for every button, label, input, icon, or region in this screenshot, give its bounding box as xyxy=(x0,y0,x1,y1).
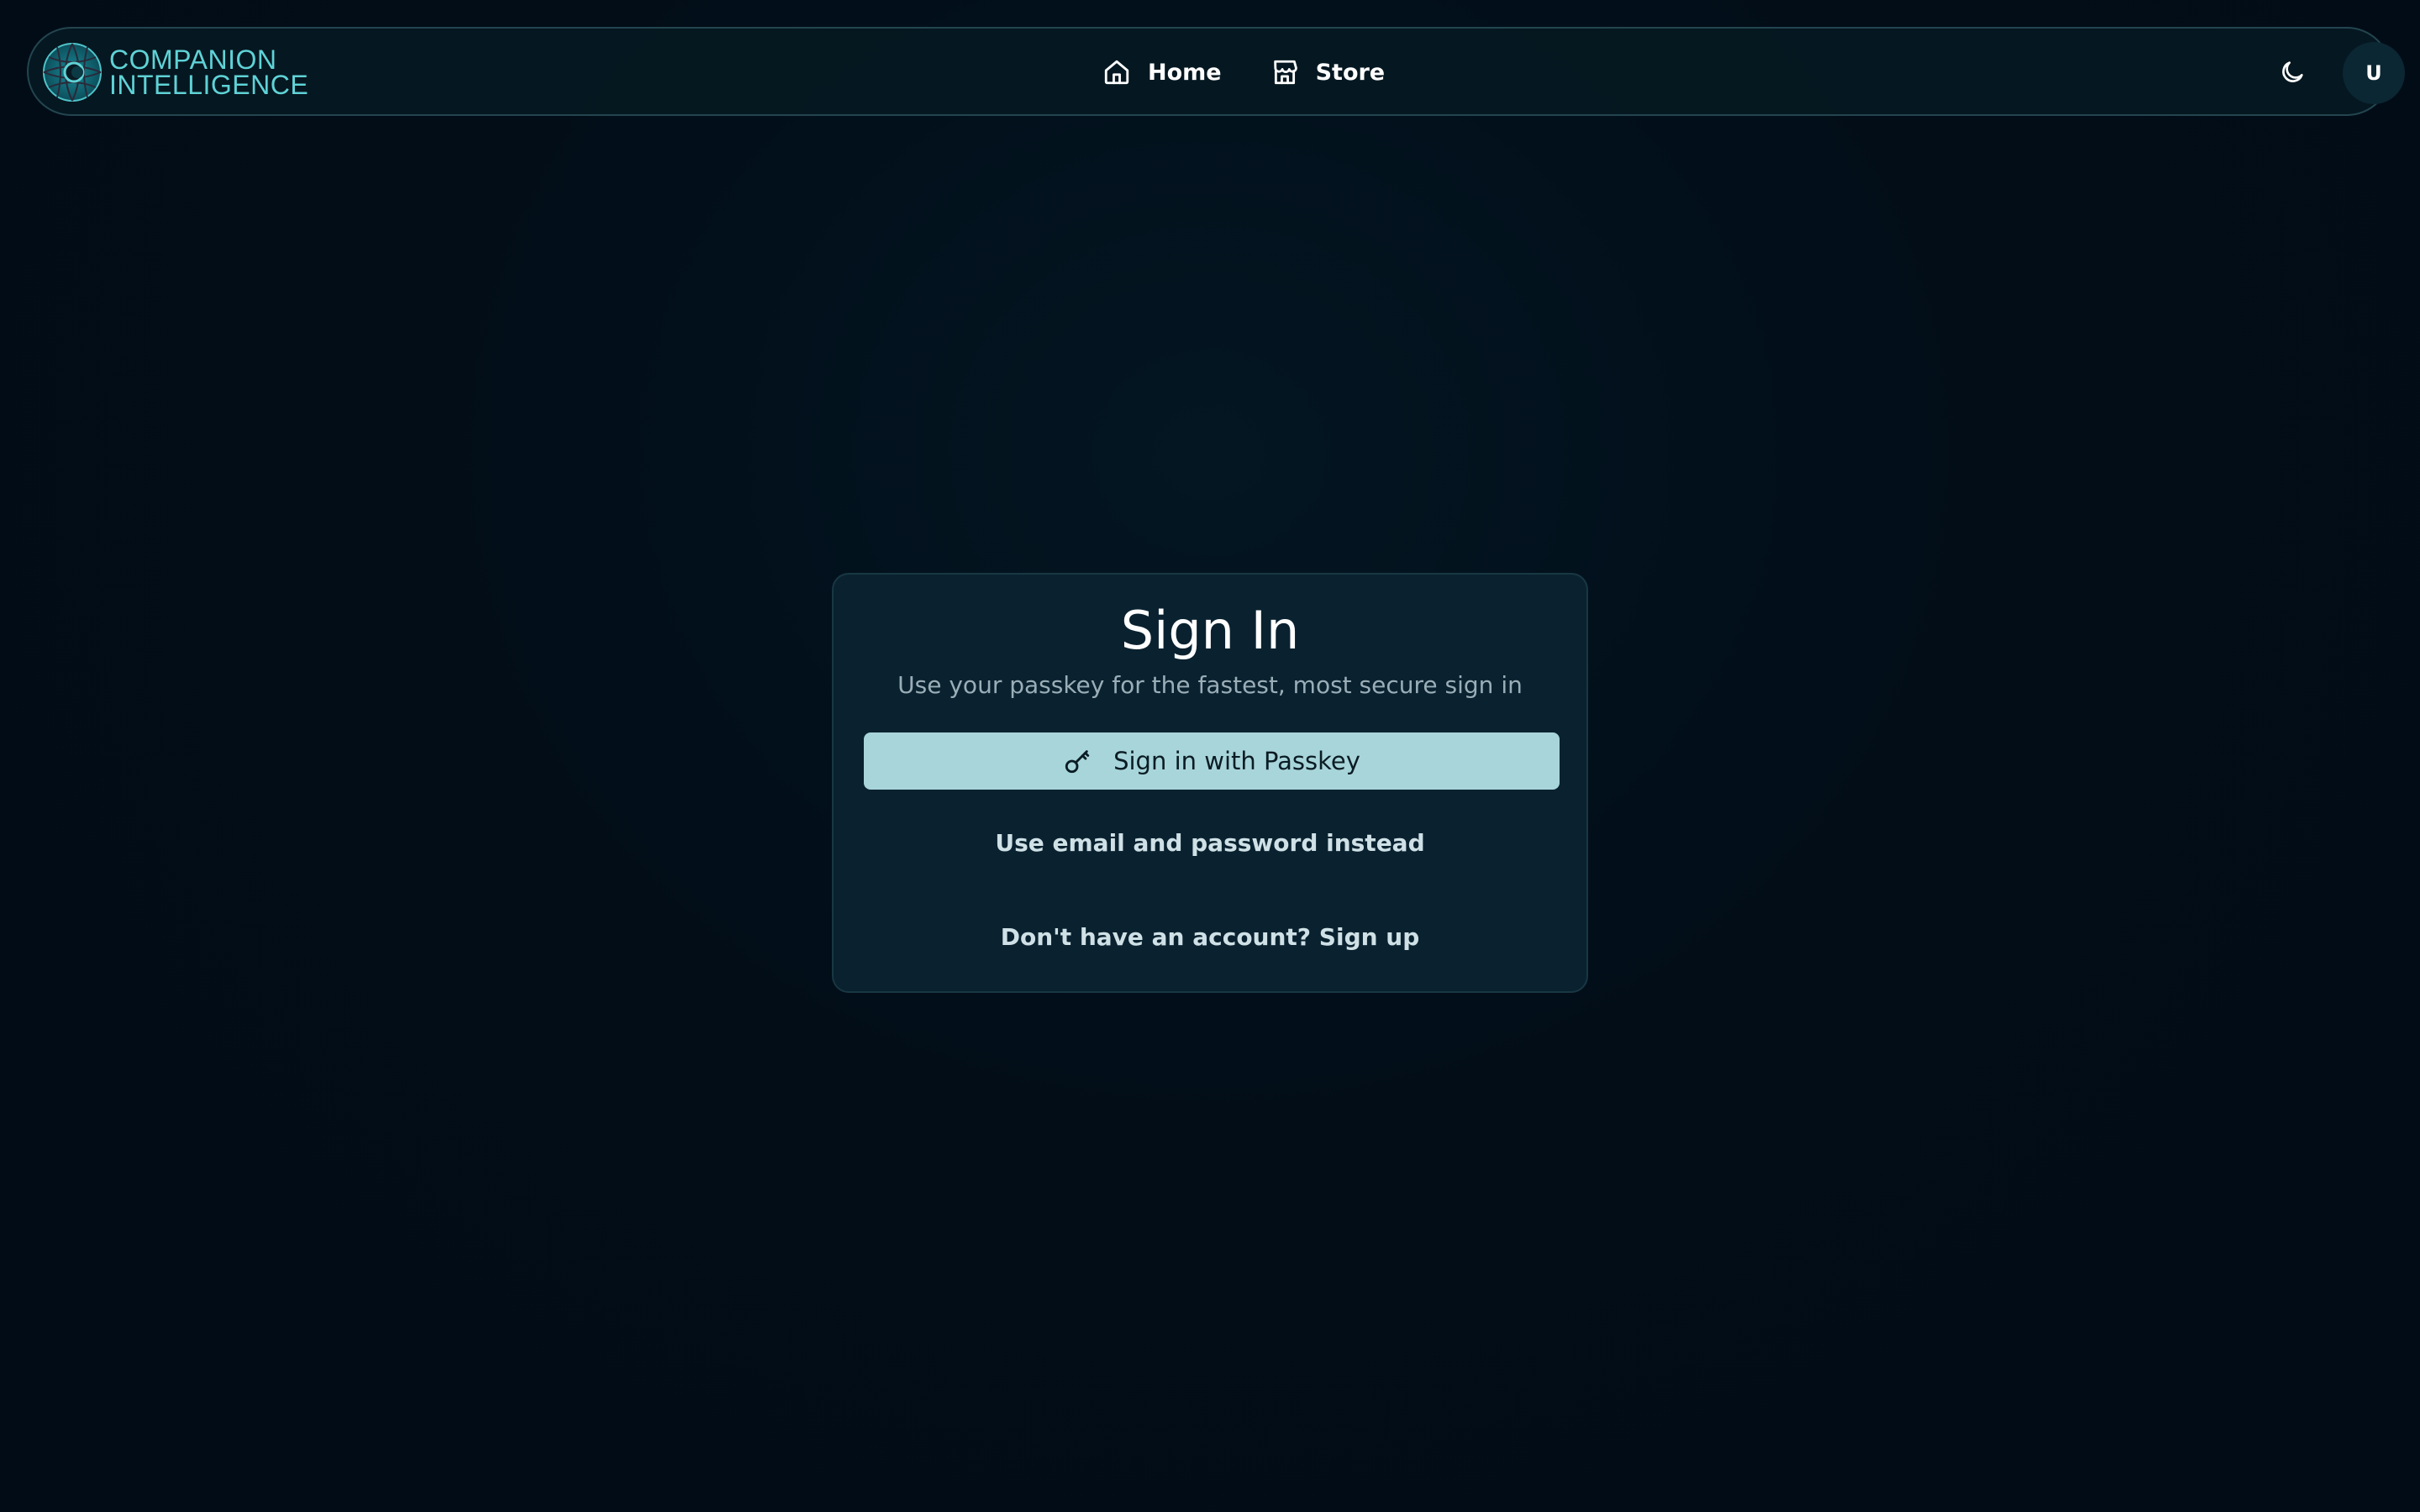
signup-link[interactable]: Don't have an account? Sign up xyxy=(834,921,1586,954)
nav-store-label: Store xyxy=(1315,59,1386,86)
moon-icon xyxy=(2282,61,2303,82)
passkey-button-label: Sign in with Passkey xyxy=(1113,747,1360,775)
top-navbar: COMPANION INTELLIGENCE Home Store U xyxy=(27,27,2405,116)
user-avatar[interactable]: U xyxy=(2343,42,2405,104)
key-icon xyxy=(1065,750,1090,774)
nav-home[interactable]: Home xyxy=(1102,58,1222,87)
signin-subtitle: Use your passkey for the fastest, most s… xyxy=(897,671,1523,699)
passkey-signin-button[interactable]: Sign in with Passkey xyxy=(864,732,1560,790)
nav-store[interactable]: Store xyxy=(1270,58,1386,87)
nav-home-label: Home xyxy=(1148,59,1222,86)
companion-logo-icon xyxy=(43,43,102,102)
email-password-link[interactable]: Use email and password instead xyxy=(834,827,1586,860)
page-title: Sign In xyxy=(1120,600,1300,661)
signin-card: Sign In Use your passkey for the fastest… xyxy=(832,573,1588,993)
home-icon xyxy=(1104,60,1129,85)
brand[interactable]: COMPANION INTELLIGENCE xyxy=(42,42,308,102)
brand-name: COMPANION INTELLIGENCE xyxy=(109,45,309,100)
brand-line-2: INTELLIGENCE xyxy=(109,70,309,100)
store-icon xyxy=(1273,60,1297,85)
main-nav: Home Store xyxy=(1102,50,1385,94)
brand-line-1: COMPANION xyxy=(109,45,277,75)
theme-toggle-button[interactable] xyxy=(2272,52,2312,92)
